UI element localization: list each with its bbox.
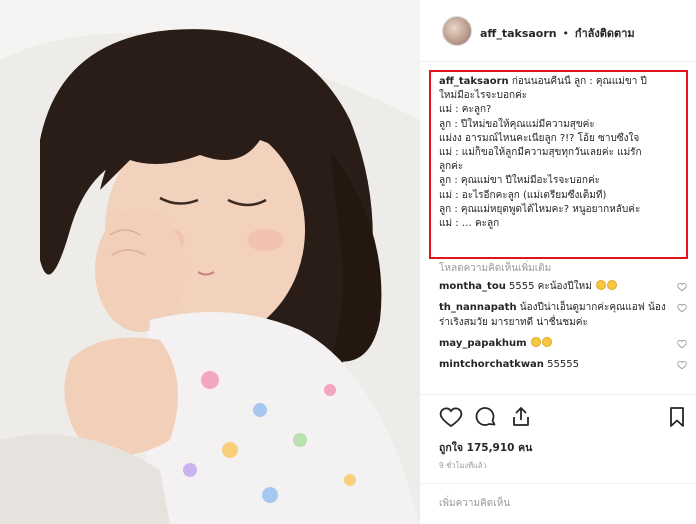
load-more-comments-link[interactable]: โหลดความคิดเห็นเพิ่มเติม bbox=[439, 261, 551, 276]
laughing-emoji-icon bbox=[530, 337, 541, 347]
add-comment-input[interactable]: เพิ่มความคิดเห็น bbox=[439, 496, 510, 511]
header-username[interactable]: aff_taksaorn bbox=[480, 27, 557, 40]
comment-username[interactable]: th_nannapath bbox=[439, 302, 517, 313]
post-header: aff_taksaorn • กำลังติดตาม bbox=[420, 0, 696, 62]
share-icon[interactable] bbox=[509, 405, 533, 429]
bookmark-icon[interactable] bbox=[665, 405, 689, 429]
caption-line: แม่ : อะไรอีกคะลูก (แม่เตรียมซึ้งเต็มที่… bbox=[439, 189, 607, 201]
heart-icon[interactable] bbox=[677, 303, 687, 313]
heart-icon[interactable] bbox=[677, 360, 687, 370]
caption-line: ลูก : คุณแม่หยุดพูดได้ไหมคะ? หนูอยากหลับ… bbox=[439, 203, 641, 215]
caption-username[interactable]: aff_taksaorn bbox=[439, 76, 509, 87]
comment-text: 55555 bbox=[547, 359, 579, 370]
comment-icon[interactable] bbox=[474, 405, 498, 429]
post-timestamp: 9 ชั่วโมงที่แล้ว bbox=[439, 461, 487, 470]
caption-line: แม่งง อารมณ์ไหนคะเนี่ยลูก ?!? โอ้ย ซาบซึ… bbox=[439, 132, 640, 144]
caption-line: ลูก : คุณแม่ขา ปีใหม่มีอะไรจะบอกค่ะ bbox=[439, 175, 601, 187]
divider bbox=[420, 483, 696, 484]
laughing-emoji-icon bbox=[541, 337, 552, 347]
laughing-emoji-icon bbox=[596, 280, 607, 290]
avatar[interactable] bbox=[442, 16, 472, 46]
heart-icon[interactable] bbox=[677, 282, 687, 292]
comment-item: may_papakhum bbox=[439, 336, 689, 351]
comment-item: mintchorchatkwan 55555 bbox=[439, 357, 689, 372]
caption-first-line: aff_taksaorn ก่อนนอนคืนนี้ ลูก : คุณแม่ข… bbox=[439, 75, 684, 89]
heart-icon[interactable] bbox=[677, 339, 687, 349]
post-side-panel: aff_taksaorn • กำลังติดตาม aff_taksaorn … bbox=[420, 0, 696, 524]
caption-line: แม่ : แม่ก็ขอให้ลูกมีความสุขทุกวันเลยค่ะ… bbox=[439, 147, 642, 159]
comment-text: 5555 คะน้องปีใหม่ bbox=[509, 281, 592, 292]
caption-line-text: แม่ : … คะลูก bbox=[439, 218, 500, 230]
laughing-emoji-icon bbox=[607, 280, 618, 290]
caption-line: ลูก : ปีใหม่ขอให้คุณแม่มีความสุขค่ะ bbox=[439, 118, 595, 130]
caption-line: ใหม่มีอะไรจะบอกค่ะ bbox=[439, 90, 528, 102]
divider bbox=[420, 394, 696, 395]
comment-username[interactable]: mintchorchatkwan bbox=[439, 359, 544, 370]
follow-status-button[interactable]: กำลังติดตาม bbox=[575, 27, 635, 40]
sleeping-child-image bbox=[0, 0, 420, 524]
action-bar bbox=[439, 405, 689, 431]
caption-line: แม่ : คะลูก? bbox=[439, 104, 492, 116]
caption-line: ลูกค่ะ bbox=[439, 161, 464, 173]
header-separator: • bbox=[562, 27, 569, 40]
post-photo[interactable] bbox=[0, 0, 420, 524]
likes-count[interactable]: ถูกใจ 175,910 คน bbox=[439, 439, 532, 456]
comment-username[interactable]: montha_tou bbox=[439, 281, 506, 292]
comments-list: montha_tou 5555 คะน้องปีใหม่ th_nannapat… bbox=[439, 279, 689, 378]
caption-line: แม่ : … คะลูก bbox=[439, 217, 684, 231]
comment-username[interactable]: may_papakhum bbox=[439, 338, 527, 349]
comment-item: montha_tou 5555 คะน้องปีใหม่ bbox=[439, 279, 689, 294]
caption-text: ก่อนนอนคืนนี้ ลูก : คุณแม่ขา ปี bbox=[511, 76, 647, 87]
heart-icon[interactable] bbox=[439, 405, 463, 429]
comment-item: th_nannapath น้องปีน่าเอ็นดูมากค่ะคุณแอฟ… bbox=[439, 300, 689, 330]
post-caption: aff_taksaorn ก่อนนอนคืนนี้ ลูก : คุณแม่ข… bbox=[439, 75, 684, 231]
header-text: aff_taksaorn • กำลังติดตาม bbox=[480, 24, 635, 42]
